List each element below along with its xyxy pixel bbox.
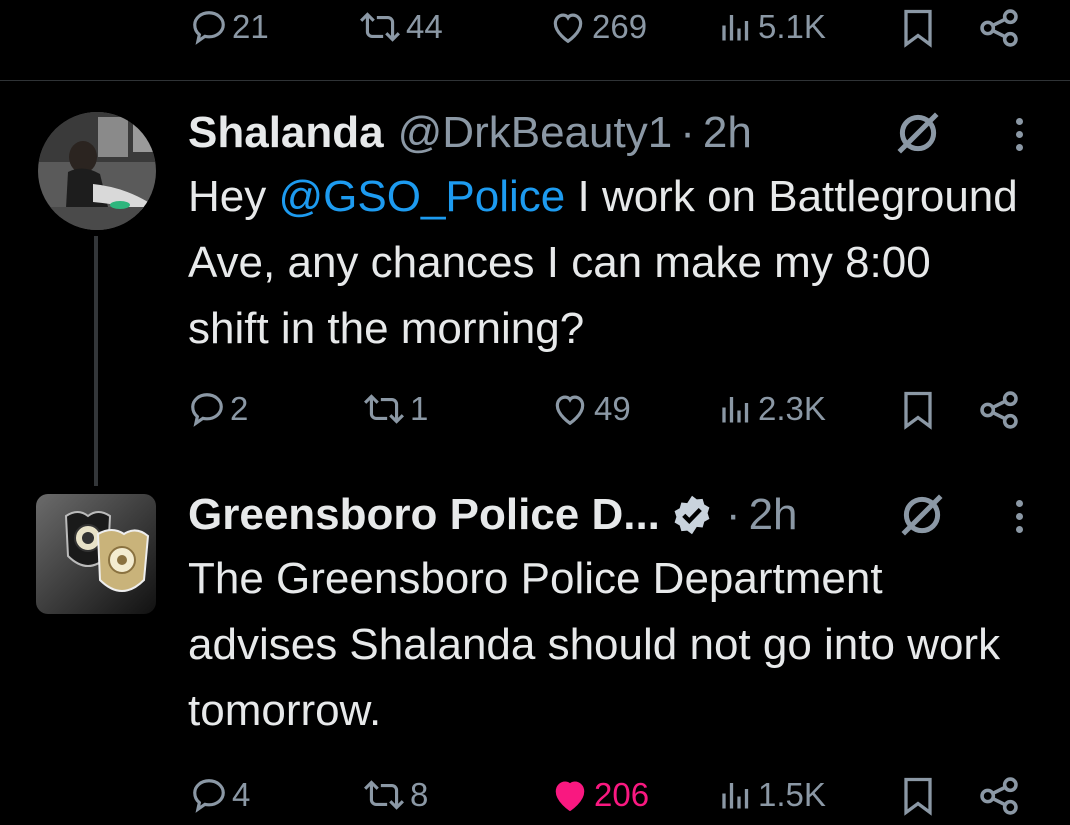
grok-button[interactable] <box>897 490 947 545</box>
reply-icon <box>193 11 225 45</box>
share-button[interactable] <box>978 8 1020 53</box>
tweet-divider <box>0 80 1070 81</box>
reply-button[interactable]: 21 <box>190 8 269 46</box>
reply-button[interactable]: 4 <box>190 776 250 814</box>
text-before: Hey <box>188 172 279 221</box>
repost-count: 8 <box>410 776 429 813</box>
like-button[interactable]: 49 <box>550 390 631 428</box>
heart-icon <box>553 13 583 44</box>
like-button[interactable]: 269 <box>548 8 647 46</box>
share-icon <box>980 9 1018 47</box>
display-name[interactable]: Shalanda <box>188 108 384 158</box>
avatar-image <box>38 112 156 230</box>
tweet1-text: Hey @GSO_Police I work on Battleground A… <box>188 164 1018 362</box>
like-count: 269 <box>592 8 648 45</box>
grok-button[interactable] <box>893 108 943 163</box>
analytics-icon <box>722 783 749 809</box>
view-count: 1.5K <box>758 776 826 813</box>
mention-link[interactable]: @GSO_Police <box>278 172 565 221</box>
repost-icon <box>364 780 404 810</box>
user-handle[interactable]: @DrkBeauty1 <box>398 108 673 158</box>
view-count: 2.3K <box>758 390 826 427</box>
analytics-icon <box>722 15 749 41</box>
analytics-icon <box>722 397 749 423</box>
bookmark-icon <box>904 391 932 430</box>
shalanda-avatar[interactable] <box>38 112 156 230</box>
tweet2-text: The Greensboro Police Department advises… <box>188 554 1001 735</box>
share-icon <box>980 391 1018 429</box>
more-options-button[interactable] <box>1016 118 1023 157</box>
heart-icon <box>555 395 585 426</box>
reply-count: 21 <box>232 8 269 45</box>
thread-connector <box>94 236 98 486</box>
reply-icon <box>193 779 225 813</box>
reply-count: 4 <box>232 776 251 813</box>
bookmark-button[interactable] <box>900 8 936 53</box>
heart-filled-icon <box>555 781 585 812</box>
repost-icon <box>360 12 400 42</box>
views-button[interactable]: 1.5K <box>718 776 826 814</box>
repost-button[interactable]: 44 <box>358 8 443 46</box>
timestamp[interactable]: 2h <box>703 108 752 158</box>
reply-icon <box>191 393 223 427</box>
repost-button[interactable]: 8 <box>362 776 428 814</box>
bookmark-icon <box>904 9 932 48</box>
repost-button[interactable]: 1 <box>362 390 428 428</box>
reply-button[interactable]: 2 <box>188 390 248 428</box>
tweet2-header: Greensboro Police D... · 2h <box>188 490 798 540</box>
tweet1-header: Shalanda @DrkBeauty1 · 2h <box>188 108 752 158</box>
badge-logo <box>36 494 156 614</box>
timestamp[interactable]: 2h <box>749 490 798 540</box>
like-count: 206 <box>594 776 650 813</box>
view-count: 5.1K <box>758 8 826 45</box>
grok-icon <box>901 494 943 536</box>
reply-count: 2 <box>230 390 249 427</box>
share-button[interactable] <box>978 776 1020 821</box>
repost-count: 44 <box>406 8 443 45</box>
more-options-button[interactable] <box>1016 500 1023 539</box>
gpd-avatar[interactable] <box>36 494 156 614</box>
bookmark-icon <box>904 777 932 816</box>
bookmark-button[interactable] <box>900 776 936 821</box>
verified-badge-icon <box>674 495 710 535</box>
share-button[interactable] <box>978 390 1020 435</box>
repost-icon <box>364 394 404 424</box>
separator-dot: · <box>725 490 741 539</box>
separator-dot: · <box>680 108 695 157</box>
views-button[interactable]: 2.3K <box>718 390 826 428</box>
views-button[interactable]: 5.1K <box>718 8 826 46</box>
bookmark-button[interactable] <box>900 390 936 435</box>
like-button[interactable]: 206 <box>550 776 649 814</box>
like-count: 49 <box>594 390 631 427</box>
share-icon <box>980 777 1018 815</box>
display-name[interactable]: Greensboro Police D... <box>188 490 660 540</box>
repost-count: 1 <box>410 390 429 427</box>
grok-icon <box>897 112 939 154</box>
